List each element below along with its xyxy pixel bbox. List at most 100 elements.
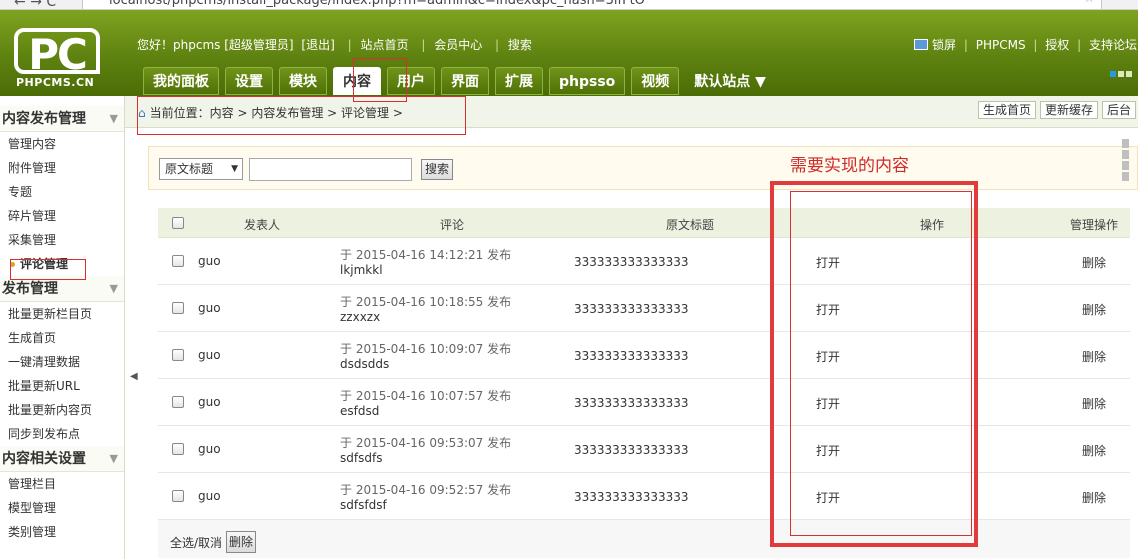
generate-home-button[interactable]: 生成首页 — [978, 101, 1037, 119]
tab-settings[interactable]: 设置 — [225, 67, 273, 95]
row-checkbox[interactable] — [172, 349, 184, 361]
sidebar-item-label: 评论管理 — [20, 257, 69, 271]
tab-video[interactable]: 视频 — [631, 67, 680, 95]
original-title[interactable]: 333333333333333 — [574, 490, 689, 504]
collapse-arrow-icon[interactable]: ▼ — [110, 106, 118, 132]
sidebar-item-batch-category[interactable]: 批量更新栏目页 — [0, 302, 124, 326]
tab-extensions[interactable]: 扩展 — [495, 67, 543, 95]
search-panel: 原文标题 ▼ 搜索 — [148, 146, 1138, 190]
tool-icon[interactable] — [1122, 139, 1129, 148]
update-cache-button[interactable]: 更新缓存 — [1040, 101, 1099, 119]
original-title[interactable]: 333333333333333 — [574, 396, 689, 410]
sidebar-item-sync[interactable]: 同步到发布点 — [0, 422, 124, 446]
open-link[interactable]: 打开 — [816, 348, 840, 365]
site-home-link[interactable]: 站点首页 — [360, 38, 408, 52]
layout-icon[interactable] — [1126, 71, 1132, 77]
comment-author: guo — [198, 254, 221, 268]
open-link[interactable]: 打开 — [816, 395, 840, 412]
original-title[interactable]: 333333333333333 — [574, 302, 689, 316]
sidebar-item-types[interactable]: 类别管理 — [0, 520, 124, 544]
sidebar-section-content-settings[interactable]: 内容相关设置 ▼ — [0, 446, 124, 472]
delete-link[interactable]: 删除 — [1082, 254, 1106, 271]
delete-link[interactable]: 删除 — [1082, 348, 1106, 365]
table-row: guo 于 2015-04-16 09:53:07 发布 sdfsdfs 333333… — [158, 426, 1130, 473]
member-center-link[interactable]: 会员中心 — [434, 38, 482, 52]
delete-selected-button[interactable]: 删除 — [226, 531, 256, 553]
delete-link[interactable]: 删除 — [1082, 442, 1106, 459]
table-row: guo 于 2015-04-16 10:18:55 发布 zzxxzx 3333333… — [158, 285, 1130, 332]
row-checkbox[interactable] — [172, 255, 184, 267]
delete-link[interactable]: 删除 — [1082, 489, 1106, 506]
search-button[interactable]: 搜索 — [421, 159, 453, 180]
sidebar-section-content-publish[interactable]: 内容发布管理 ▼ — [0, 106, 124, 132]
sidebar-item-collect[interactable]: 采集管理 — [0, 228, 124, 252]
sidebar-section-publish[interactable]: 发布管理 ▼ — [0, 276, 124, 302]
site-select[interactable]: 默认站点 ▼ — [685, 68, 775, 96]
tab-phpsso[interactable]: phpsso — [549, 67, 626, 95]
back-icon[interactable]: ← — [14, 0, 26, 9]
row-checkbox[interactable] — [172, 396, 184, 408]
sidebar-item-fragments[interactable]: 碎片管理 — [0, 204, 124, 228]
nav-buttons[interactable]: ← → C — [14, 0, 56, 9]
bookmark-star-icon[interactable]: ☆ — [1083, 0, 1095, 5]
tool-icon[interactable] — [1122, 161, 1129, 170]
open-link[interactable]: 打开 — [816, 489, 840, 506]
license-link[interactable]: 授权 — [1045, 38, 1069, 52]
select-all-toggle[interactable]: 全选/取消 — [170, 534, 222, 551]
search-input[interactable] — [249, 158, 412, 181]
select-all-checkbox[interactable] — [172, 217, 184, 229]
tab-my-panel[interactable]: 我的面板 — [143, 67, 219, 95]
layout-switch[interactable] — [1108, 66, 1132, 80]
tab-content[interactable]: 内容 — [333, 67, 381, 95]
sidebar-item-categories[interactable]: 管理栏目 — [0, 472, 124, 496]
layout-icon[interactable] — [1110, 71, 1116, 77]
collapse-arrow-icon[interactable]: ▼ — [110, 276, 118, 302]
original-title[interactable]: 333333333333333 — [574, 255, 689, 269]
tab-interface[interactable]: 界面 — [441, 67, 489, 95]
sidebar-item-batch-url[interactable]: 批量更新URL — [0, 374, 124, 398]
forum-link[interactable]: 支持论坛 — [1089, 38, 1137, 52]
reload-icon[interactable]: C — [46, 0, 56, 9]
sidebar-item-models[interactable]: 模型管理 — [0, 496, 124, 520]
breadcrumb-path[interactable]: 内容 > 内容发布管理 > 评论管理 > — [210, 106, 403, 120]
side-tool-icons[interactable] — [1121, 138, 1138, 181]
lock-screen-link[interactable]: 锁屏 — [932, 38, 956, 52]
forward-icon[interactable]: → — [30, 0, 42, 9]
layout-icon[interactable] — [1118, 71, 1124, 77]
tab-modules[interactable]: 模块 — [279, 67, 327, 95]
sidebar-toggle-icon[interactable]: ◀ — [130, 371, 138, 382]
collapse-arrow-icon[interactable]: ▼ — [110, 446, 118, 472]
search-link[interactable]: 搜索 — [508, 38, 532, 52]
backend-button[interactable]: 后台 — [1102, 101, 1137, 119]
divider: | — [495, 38, 500, 52]
logout-link[interactable]: [退出] — [301, 38, 334, 52]
address-bar[interactable]: localhost/phpcms/install_package/index.p… — [82, 0, 1102, 9]
sidebar-item-generate-home[interactable]: 生成首页 — [0, 326, 124, 350]
comment-date: 于 2015-04-16 10:09:07 发布 — [340, 342, 512, 356]
sidebar-item-attachments[interactable]: 附件管理 — [0, 156, 124, 180]
phpcms-logo: PC PHPCMS.CN — [14, 28, 102, 89]
open-link[interactable]: 打开 — [816, 442, 840, 459]
tab-users[interactable]: 用户 — [387, 67, 435, 95]
browser-toolbar: ← → C localhost/phpcms/install_package/i… — [0, 0, 1138, 10]
delete-link[interactable]: 删除 — [1082, 301, 1106, 318]
sidebar-item-clear-data[interactable]: 一键清理数据 — [0, 350, 124, 374]
tool-icon[interactable] — [1122, 172, 1129, 181]
sidebar-item-comments[interactable]: 评论管理 — [0, 252, 124, 276]
open-link[interactable]: 打开 — [816, 301, 840, 318]
sidebar-item-batch-content[interactable]: 批量更新内容页 — [0, 398, 124, 422]
open-link[interactable]: 打开 — [816, 254, 840, 271]
original-title[interactable]: 333333333333333 — [574, 443, 689, 457]
tool-icon[interactable] — [1122, 150, 1129, 159]
original-title[interactable]: 333333333333333 — [574, 349, 689, 363]
sidebar-item-topics[interactable]: 专题 — [0, 180, 124, 204]
row-checkbox[interactable] — [172, 302, 184, 314]
delete-link[interactable]: 删除 — [1082, 395, 1106, 412]
sidebar-item-manage-content[interactable]: 管理内容 — [0, 132, 124, 156]
phpcms-link[interactable]: PHPCMS — [976, 38, 1026, 52]
sidebar: 内容发布管理 ▼ 管理内容 附件管理 专题 碎片管理 采集管理 评论管理 发布管理… — [0, 96, 125, 559]
comment-date: 于 2015-04-16 10:07:57 发布 — [340, 389, 512, 403]
search-field-select[interactable]: 原文标题 ▼ — [159, 158, 243, 180]
row-checkbox[interactable] — [172, 490, 184, 502]
row-checkbox[interactable] — [172, 443, 184, 455]
